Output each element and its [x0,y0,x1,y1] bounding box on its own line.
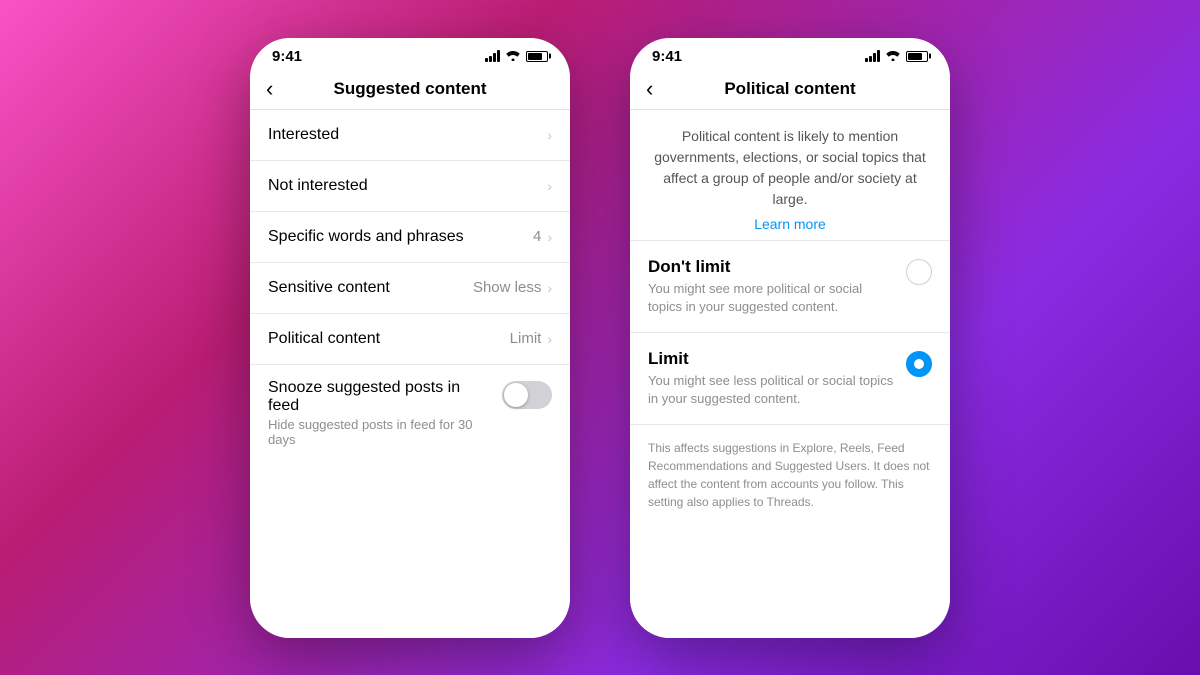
phone-suggested-content: 9:41 ‹ Suggested content [250,38,570,638]
description-block: Political content is likely to mention g… [630,110,950,241]
battery-icon-1 [526,51,548,62]
nav-title-1: Suggested content [333,79,486,99]
back-button-2[interactable]: ‹ [646,76,653,102]
menu-item-specific-words[interactable]: Specific words and phrases 4 › [250,212,570,263]
toggle-label: Snooze suggested posts in feed [268,379,490,415]
menu-label-not-interested: Not interested [268,177,368,195]
menu-label-interested: Interested [268,126,339,144]
nav-title-2: Political content [724,79,855,99]
status-bar-2: 9:41 [630,38,950,71]
radio-text-limit: Limit You might see less political or so… [648,349,906,408]
toggle-text-group: Snooze suggested posts in feed Hide sugg… [268,379,502,447]
menu-value-political: Limit [510,330,542,347]
status-bar-1: 9:41 [250,38,570,71]
chevron-icon-political: › [547,331,552,347]
nav-header-2: ‹ Political content [630,71,950,110]
menu-item-interested[interactable]: Interested › [250,110,570,161]
radio-sublabel-limit: You might see less political or social t… [648,372,894,408]
menu-value-sensitive: Show less [473,279,541,296]
menu-item-sensitive[interactable]: Sensitive content Show less › [250,263,570,314]
menu-label-specific-words: Specific words and phrases [268,228,464,246]
content-area-2: Political content is likely to mention g… [630,110,950,638]
radio-sublabel-dont-limit: You might see more political or social t… [648,280,894,316]
option-dont-limit[interactable]: Don't limit You might see more political… [630,241,950,333]
radio-circle-dont-limit[interactable] [906,259,932,285]
wifi-icon-2 [885,49,901,64]
chevron-icon-interested: › [547,127,552,143]
snooze-toggle[interactable] [502,381,552,409]
content-area-1: Interested › Not interested › Specific w… [250,110,570,638]
chevron-icon-not-interested: › [547,178,552,194]
option-limit[interactable]: Limit You might see less political or so… [630,333,950,425]
radio-text-dont-limit: Don't limit You might see more political… [648,257,906,316]
chevron-icon-sensitive: › [547,280,552,296]
signal-icon-1 [485,50,500,62]
radio-label-dont-limit: Don't limit [648,257,894,277]
status-icons-1 [485,49,548,64]
menu-label-political: Political content [268,330,380,348]
menu-label-sensitive: Sensitive content [268,279,390,297]
radio-circle-limit[interactable] [906,351,932,377]
status-icons-2 [865,49,928,64]
nav-header-1: ‹ Suggested content [250,71,570,110]
learn-more-link[interactable]: Learn more [650,216,930,232]
toggle-knob [504,383,528,407]
signal-icon-2 [865,50,880,62]
menu-right-interested: › [547,127,552,143]
toggle-row-snooze: Snooze suggested posts in feed Hide sugg… [250,365,570,461]
wifi-icon-1 [505,49,521,64]
menu-item-political[interactable]: Political content Limit › [250,314,570,365]
description-text: Political content is likely to mention g… [650,126,930,210]
battery-icon-2 [906,51,928,62]
toggle-sublabel: Hide suggested posts in feed for 30 days [268,417,490,447]
phone-political-content: 9:41 ‹ Political content [630,38,950,638]
back-button-1[interactable]: ‹ [266,76,273,102]
menu-value-specific-words: 4 [533,228,541,245]
radio-label-limit: Limit [648,349,894,369]
menu-item-not-interested[interactable]: Not interested › [250,161,570,212]
menu-right-specific-words: 4 › [533,228,552,245]
chevron-icon-specific-words: › [547,229,552,245]
status-time-1: 9:41 [272,48,302,65]
status-time-2: 9:41 [652,48,682,65]
menu-right-not-interested: › [547,178,552,194]
footer-note: This affects suggestions in Explore, Ree… [630,425,950,525]
menu-right-sensitive: Show less › [473,279,552,296]
menu-right-political: Limit › [510,330,552,347]
